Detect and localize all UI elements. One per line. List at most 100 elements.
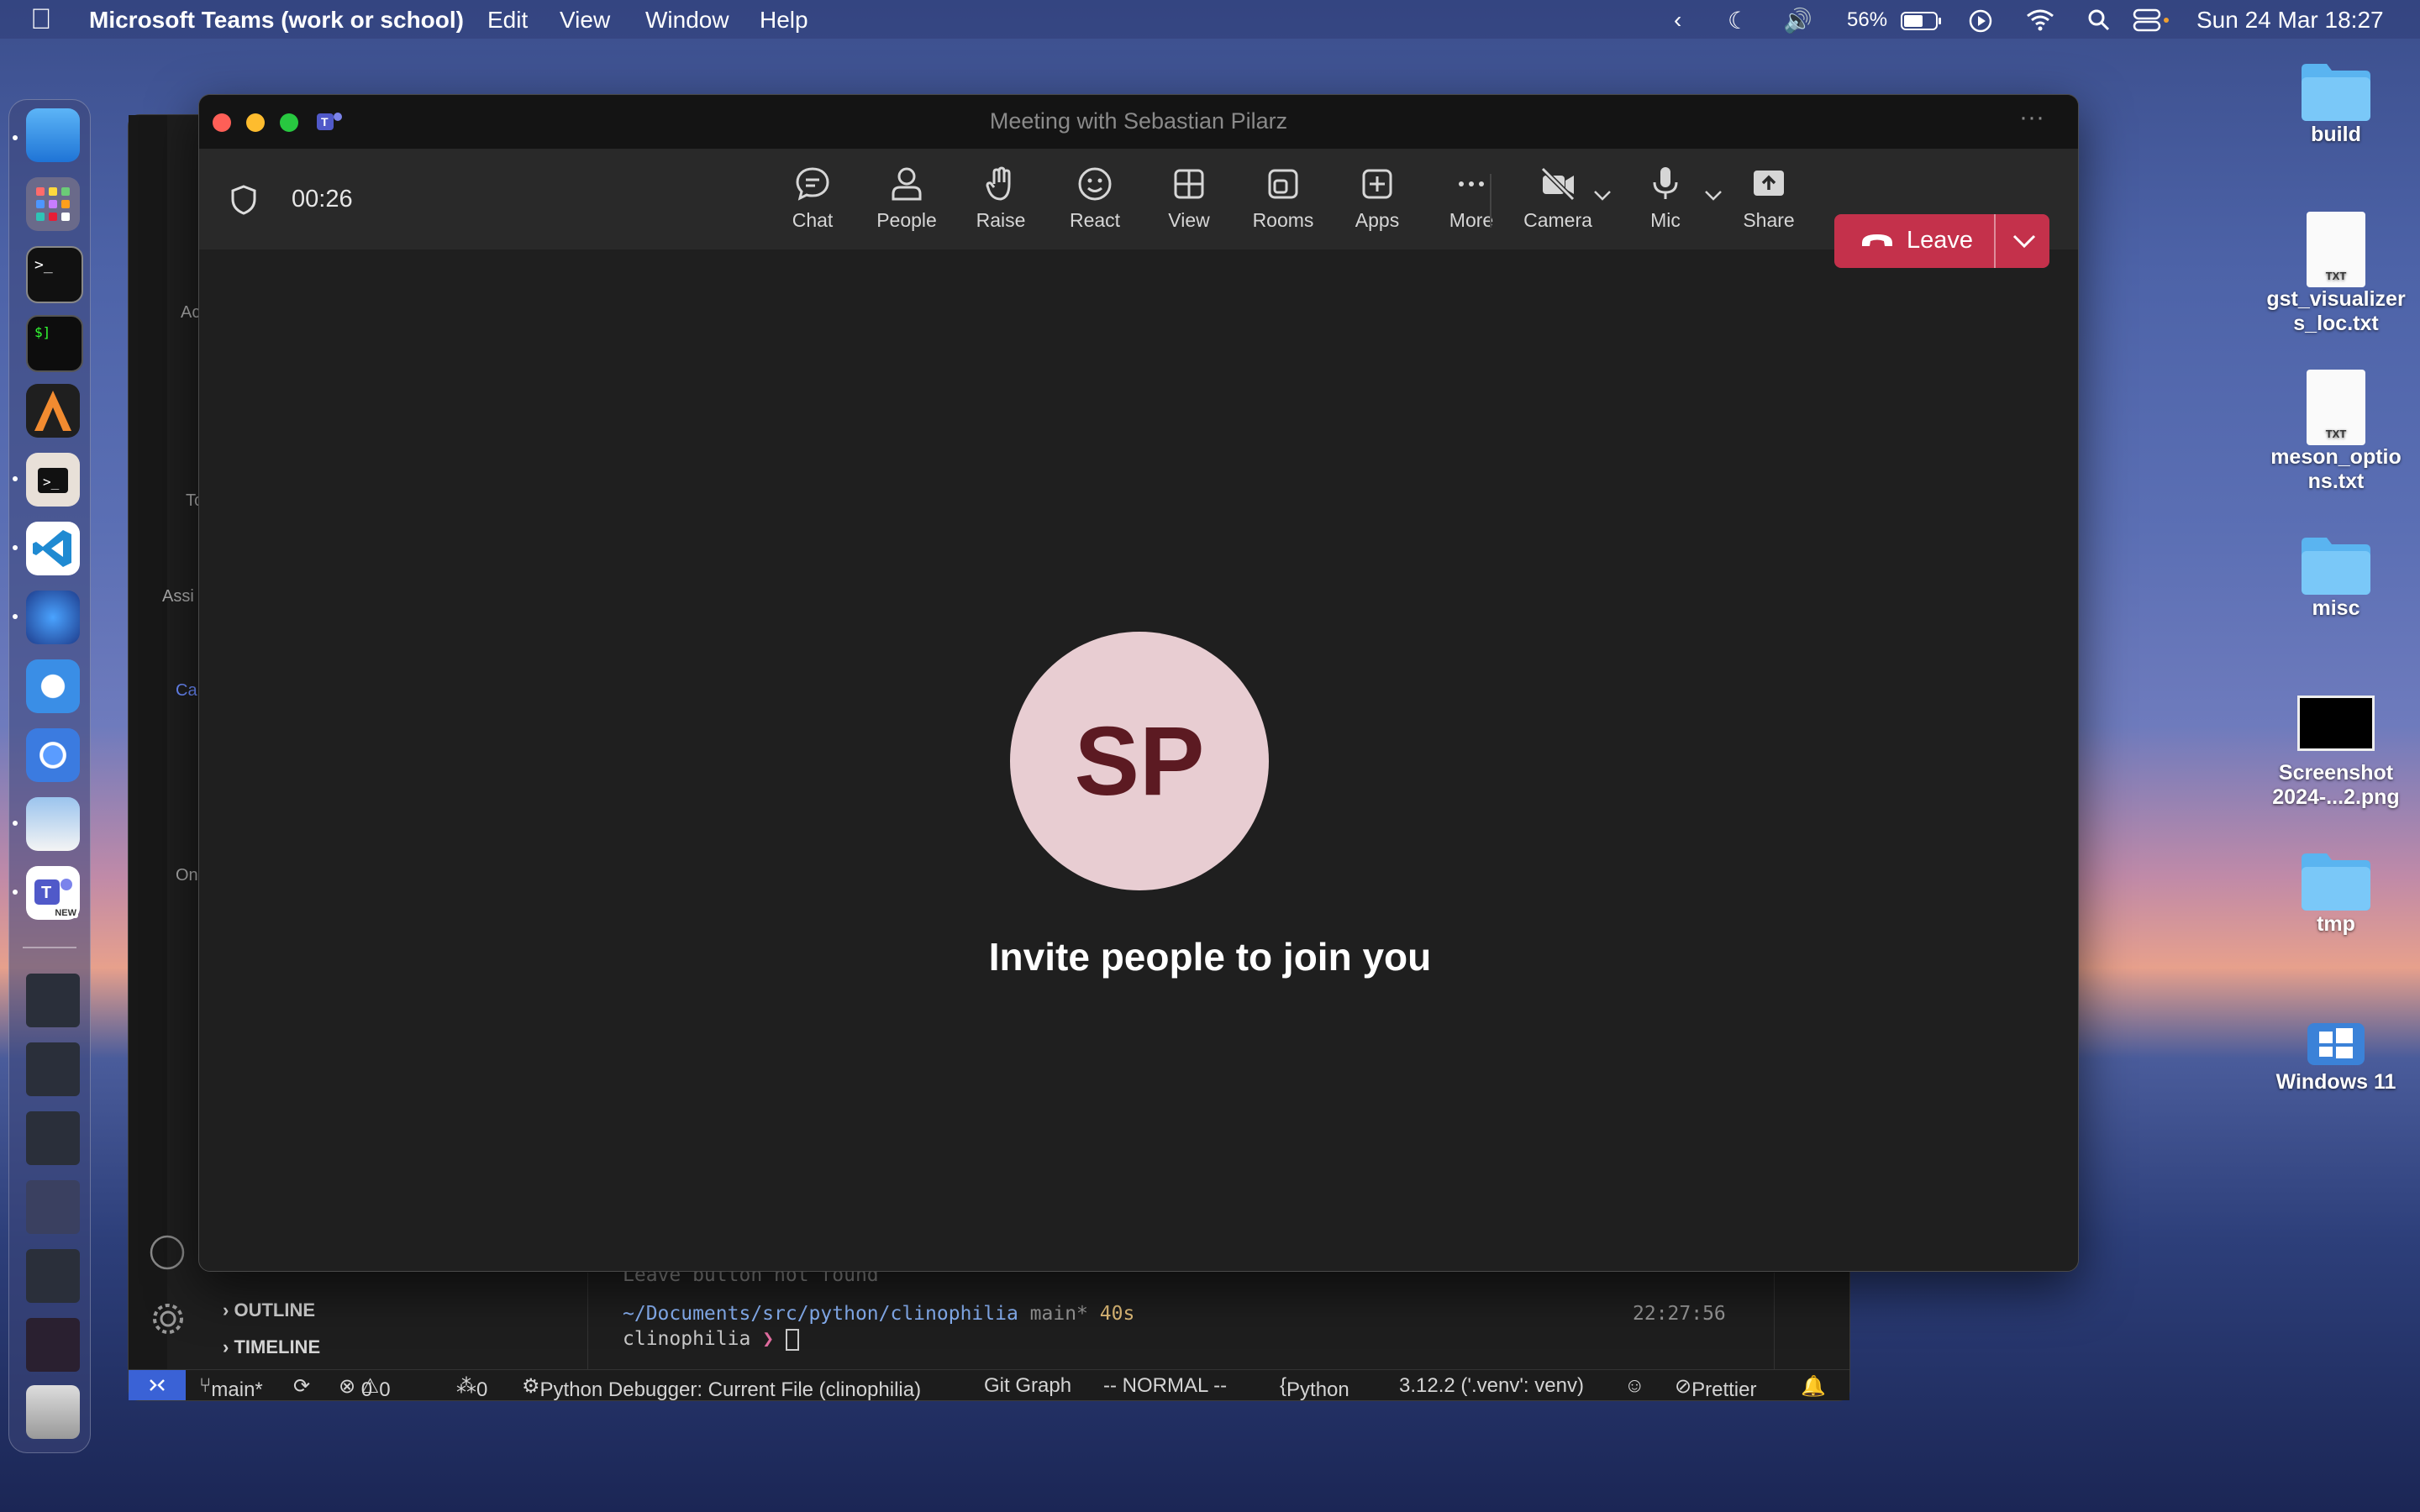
apps-button[interactable]: Apps [1335, 164, 1419, 239]
battery-percent[interactable]: 56% [1847, 8, 1887, 32]
txt-file-icon: TXT [2307, 212, 2365, 287]
desktop-item-gst-visualizer[interactable]: TXT gst_visualizer s_loc.txt [2252, 212, 2420, 336]
sidebar-fragment: On [176, 866, 198, 885]
status-debug[interactable]: ⚙ Python Debugger: Current File (clinoph… [522, 1374, 921, 1401]
wifi-icon[interactable] [2025, 7, 2055, 38]
menu-window[interactable]: Window [645, 7, 729, 34]
minimized-window-thumbnail[interactable] [26, 1249, 80, 1303]
minimized-window-thumbnail[interactable] [26, 1111, 80, 1165]
desktop-item-meson-options[interactable]: TXT meson_optio ns.txt [2252, 370, 2420, 494]
teams-icon[interactable]: T NEW [26, 866, 80, 920]
control-center-icon[interactable] [2133, 8, 2170, 38]
status-git-graph[interactable]: Git Graph [984, 1374, 1071, 1398]
launchpad-icon[interactable] [26, 177, 80, 231]
camera-button[interactable]: Camera [1510, 164, 1606, 239]
volume-icon[interactable]: 🔊 [1783, 7, 1812, 34]
share-label: Share [1743, 209, 1795, 231]
view-button[interactable]: View [1147, 164, 1231, 239]
remote-indicator[interactable] [129, 1370, 186, 1400]
activity-bar [129, 115, 167, 1370]
leave-options-chevron-icon[interactable] [2011, 233, 2038, 255]
camera-options-chevron-icon[interactable] [1592, 189, 1612, 207]
chromium-icon[interactable] [26, 728, 80, 782]
spotlight-search-icon[interactable] [2087, 8, 2111, 38]
react-button[interactable]: React [1053, 164, 1137, 239]
desktop-item-build[interactable]: build [2252, 60, 2420, 147]
iterm-icon[interactable]: $] [26, 315, 83, 372]
running-indicator [13, 821, 18, 826]
folder-icon [2298, 850, 2374, 912]
minimized-window-thumbnail[interactable] [26, 1318, 80, 1372]
desktop-item-windows-11[interactable]: Windows 11 [2252, 1015, 2420, 1095]
chat-button[interactable]: Chat [771, 164, 855, 239]
panel-timeline[interactable]: › TIMELINE [223, 1336, 320, 1358]
app-menu[interactable]: Microsoft Teams (work or school) [89, 7, 464, 34]
preview-icon[interactable] [26, 797, 80, 851]
desktop-item-label: Screenshot [2278, 761, 2394, 785]
panel-outline[interactable]: › OUTLINE [223, 1299, 315, 1321]
firefox-icon[interactable] [26, 591, 80, 644]
minimized-window-thumbnail[interactable] [26, 1180, 80, 1234]
battery-icon[interactable] [1901, 10, 1943, 37]
grid-view-icon [1174, 169, 1204, 199]
status-interpreter[interactable]: 3.12.2 ('.venv': venv) [1399, 1374, 1584, 1398]
raise-hand-button[interactable]: Raise [959, 164, 1043, 239]
copilot-icon[interactable]: ☺ [1624, 1374, 1645, 1398]
settings-gear-icon[interactable] [149, 1299, 187, 1342]
focus-moon-icon[interactable]: ☾ [1728, 7, 1749, 34]
people-button[interactable]: People [865, 164, 949, 239]
desktop-item-label: meson_optio [2270, 445, 2402, 469]
mic-button[interactable]: Mic [1628, 164, 1703, 239]
status-ports[interactable]: ⁂ 0 [456, 1374, 487, 1401]
desktop-item-tmp[interactable]: tmp [2252, 850, 2420, 937]
txt-badge: TXT [2325, 270, 2347, 282]
terminal-icon[interactable]: >_ [26, 246, 83, 303]
rooms-button[interactable]: Rooms [1241, 164, 1325, 239]
alacritty-icon[interactable] [26, 384, 80, 438]
minimized-window-thumbnail[interactable] [26, 1042, 80, 1096]
status-prettier[interactable]: ⊘ Prettier [1675, 1374, 1756, 1401]
desktop-item-misc[interactable]: misc [2252, 534, 2420, 621]
camera-label: Camera [1523, 209, 1592, 231]
hand-icon [986, 166, 1011, 201]
apple-menu-icon[interactable]:  [30, 3, 52, 36]
chevron-left-icon[interactable]: ‹ [1674, 7, 1681, 34]
status-language[interactable]: { Python [1280, 1374, 1349, 1401]
more-button[interactable]: More [1429, 164, 1513, 239]
leave-button[interactable]: Leave [1834, 214, 1994, 268]
menu-help[interactable]: Help [760, 7, 808, 34]
title-more-icon[interactable]: ··· [2019, 103, 2044, 132]
status-branch[interactable]: ⑂ main* [199, 1374, 263, 1401]
shield-icon[interactable] [229, 184, 258, 220]
terminal-duration: 40s [1099, 1303, 1135, 1325]
trash-icon[interactable] [26, 1385, 80, 1439]
account-icon[interactable] [149, 1234, 186, 1275]
ghostty-icon[interactable]: >_ [26, 453, 80, 507]
status-problems[interactable]: ⊗ 0 ⚠ 0 [339, 1374, 391, 1401]
safari-icon[interactable] [26, 659, 80, 713]
terminal-input-line[interactable]: clinophilia ❯ [623, 1328, 799, 1351]
mic-options-chevron-icon[interactable] [1703, 189, 1723, 207]
status-warnings: 0 [379, 1378, 391, 1401]
share-button[interactable]: Share [1727, 164, 1811, 239]
minimized-window-thumbnail[interactable] [26, 974, 80, 1027]
status-debug-label: Python Debugger: Current File (clinophil… [539, 1378, 922, 1401]
desktop-item-screenshot[interactable]: Screenshot 2024-...2.png [2252, 696, 2420, 810]
vscode-icon[interactable] [26, 522, 80, 575]
menubar-clock[interactable]: Sun 24 Mar 18:27 [2196, 7, 2384, 34]
play-circle-icon[interactable] [1968, 8, 1993, 39]
sync-icon[interactable]: ⟳ [293, 1374, 310, 1399]
running-indicator [13, 614, 18, 619]
more-label: More [1449, 209, 1494, 231]
terminal-time: 22:27:56 [1633, 1303, 1726, 1325]
microphone-icon [1653, 167, 1678, 199]
desktop-item-label: gst_visualizer [2266, 287, 2406, 311]
desktop-item-label-line2: 2024-...2.png [2272, 785, 2400, 809]
menu-view[interactable]: View [560, 7, 610, 34]
menu-edit[interactable]: Edit [487, 7, 528, 34]
chat-icon [796, 167, 829, 201]
svg-text:$]: $] [34, 324, 50, 340]
terminal-cursor [785, 1328, 799, 1351]
notifications-bell-icon[interactable]: 🔔 [1801, 1374, 1826, 1399]
finder-icon[interactable] [26, 108, 80, 162]
